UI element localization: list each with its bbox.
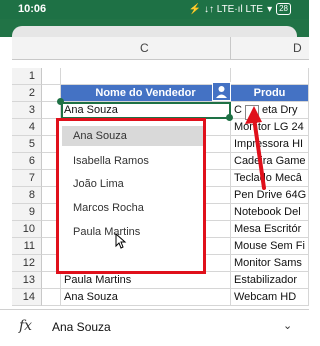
cell-c[interactable] [61,68,231,85]
column-header-d[interactable]: D [231,37,309,60]
dropdown-option[interactable]: João Lima [73,178,124,190]
row-header[interactable]: 14 [12,289,42,306]
dropdown-option[interactable]: Isabella Ramos [73,155,149,167]
selection-handle-top[interactable] [57,98,64,105]
row-header[interactable]: 2 [12,85,42,102]
cell-d[interactable]: Notebook Del [231,204,309,221]
row-header[interactable]: 9 [12,204,42,221]
cell-d[interactable] [231,68,309,85]
cell-d[interactable]: Monitor Sams [231,255,309,272]
validation-dropdown-list[interactable]: Ana Souza Isabella Ramos João Lima Marcos R… [56,118,206,274]
row-header[interactable]: 1 [12,68,42,85]
battery-icon: 28 [276,3,291,15]
row-header[interactable]: 7 [12,170,42,187]
formula-bar[interactable]: fx Ana Souza ⌄ [0,309,309,346]
row-header[interactable]: 3 [12,102,42,119]
selection-handle-bottom[interactable] [226,114,233,121]
expand-formula-chevron-icon[interactable]: ⌄ [283,319,292,332]
cell-d[interactable]: Webcam HD [231,289,309,306]
mouse-cursor-icon [115,233,127,249]
column-d-label: D [293,41,302,55]
header-cell-vendedor[interactable]: Nome do Vendedor [61,85,231,102]
cell-d[interactable]: Mouse Sem Fi [231,238,309,255]
cell-b[interactable] [42,272,61,289]
row-header[interactable]: 10 [12,221,42,238]
dropdown-option[interactable]: Paula Martins [73,226,140,238]
cell-b[interactable] [42,68,61,85]
person-icon[interactable] [212,82,231,101]
wifi-icon: ▾ [267,3,273,15]
dropdown-option[interactable]: Ana Souza [73,130,127,142]
sheet-top-edge [12,26,297,37]
row-header[interactable]: 4 [12,119,42,136]
formula-value[interactable]: Ana Souza [52,320,111,334]
row-header[interactable]: 13 [12,272,42,289]
cell-b[interactable] [42,289,61,306]
column-header-c[interactable]: C [42,37,231,60]
cell-c[interactable]: Ana Souza [61,289,231,306]
cell-d[interactable]: Mesa Escritór [231,221,309,238]
status-time: 10:06 [18,3,47,15]
network-status: ⚡ ↓↑ LTE·ıl LTE [188,3,264,15]
select-all-corner[interactable] [12,37,42,60]
row-header[interactable]: 5 [12,136,42,153]
dropdown-option[interactable]: Marcos Rocha [73,202,144,214]
status-icons: ⚡ ↓↑ LTE·ıl LTE ▾ 28 [189,3,291,15]
row-header[interactable]: 11 [12,238,42,255]
cell-c[interactable]: Paula Martins [61,272,231,289]
cell-d[interactable]: Estabilizador [231,272,309,289]
column-c-label: C [140,41,149,55]
red-arrow-annotation [245,106,266,190]
status-bar: 10:06 ⚡ ↓↑ LTE·ıl LTE ▾ 28 [0,0,309,19]
row-header[interactable]: 6 [12,153,42,170]
row-header[interactable]: 8 [12,187,42,204]
fx-icon: fx [19,318,33,334]
cell-c[interactable]: Ana Souza [61,102,231,119]
row-header[interactable]: 12 [12,255,42,272]
